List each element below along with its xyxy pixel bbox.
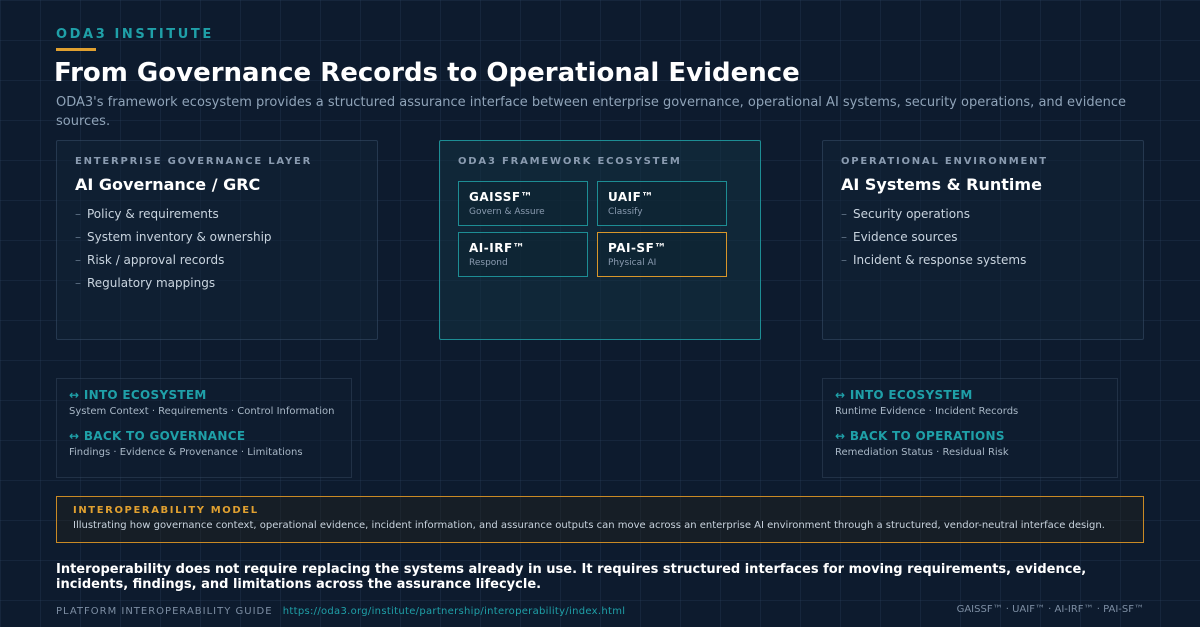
framework-role: Classify <box>608 207 643 217</box>
flow-into-heading: ↔ INTO ECOSYSTEM <box>69 388 207 402</box>
ecosystem-panel-label: ODA3 FRAMEWORK ECOSYSTEM <box>458 156 682 167</box>
framework-card-uaif: UAIF™ Classify <box>597 181 727 226</box>
governance-panel-label: ENTERPRISE GOVERNANCE LAYER <box>75 156 313 167</box>
closing-statement: Interoperability does not require replac… <box>56 562 1087 592</box>
dash-icon: – <box>75 230 81 244</box>
framework-role: Govern & Assure <box>469 207 545 217</box>
framework-grid: GAISSF™ Govern & Assure UAIF™ Classify A… <box>458 181 742 277</box>
governance-panel: ENTERPRISE GOVERNANCE LAYER AI Governanc… <box>56 140 378 340</box>
operational-panel-heading: AI Systems & Runtime <box>841 175 1042 194</box>
list-item: – Risk / approval records <box>75 253 225 267</box>
framework-name: GAISSF™ <box>469 190 534 204</box>
footer-link[interactable]: https://oda3.org/institute/partnership/i… <box>283 606 626 617</box>
framework-name: AI-IRF™ <box>469 241 526 255</box>
framework-name: UAIF™ <box>608 190 654 204</box>
operational-list: – Security operations – Evidence sources –… <box>841 203 1125 272</box>
list-item: – Security operations <box>841 207 970 221</box>
interoperability-model-box: INTEROPERABILITY MODEL Illustrating how … <box>56 496 1144 543</box>
dash-icon: – <box>841 207 847 221</box>
interoperability-text: Illustrating how governance context, ope… <box>73 520 1105 531</box>
framework-card-pai-sf: PAI-SF™ Physical AI <box>597 232 727 277</box>
list-item: – System inventory & ownership <box>75 230 272 244</box>
flow-into-text: Runtime Evidence · Incident Records <box>835 406 1019 417</box>
interoperability-label: INTEROPERABILITY MODEL <box>73 505 259 516</box>
flow-back-heading: ↔ BACK TO GOVERNANCE <box>69 429 246 443</box>
dash-icon: – <box>841 230 847 244</box>
eyebrow-label: ODA3 INSTITUTE <box>56 27 214 42</box>
governance-list: – Policy & requirements – System inventory… <box>75 203 359 295</box>
page-title: From Governance Records to Operational E… <box>54 58 800 88</box>
governance-panel-heading: AI Governance / GRC <box>75 175 261 194</box>
flow-into-heading: ↔ INTO ECOSYSTEM <box>835 388 973 402</box>
list-item: – Evidence sources <box>841 230 958 244</box>
dash-icon: – <box>75 207 81 221</box>
footer-trademarks: GAISSF™ · UAIF™ · AI-IRF™ · PAI-SF™ <box>956 604 1144 615</box>
footer-guide-label: PLATFORM INTEROPERABILITY GUIDE <box>56 606 273 617</box>
framework-card-gaissf: GAISSF™ Govern & Assure <box>458 181 588 226</box>
dash-icon: – <box>75 253 81 267</box>
operational-panel: OPERATIONAL ENVIRONMENT AI Systems & Run… <box>822 140 1144 340</box>
dash-icon: – <box>841 253 847 267</box>
dash-icon: – <box>75 276 81 290</box>
governance-flow-box: ↔ INTO ECOSYSTEM System Context · Requir… <box>56 378 352 478</box>
page-subtitle: ODA3's framework ecosystem provides a st… <box>56 95 1126 129</box>
operational-panel-label: OPERATIONAL ENVIRONMENT <box>841 156 1048 167</box>
framework-role: Respond <box>469 258 508 268</box>
list-item: – Policy & requirements <box>75 207 219 221</box>
list-item: – Incident & response systems <box>841 253 1027 267</box>
framework-card-ai-irf: AI-IRF™ Respond <box>458 232 588 277</box>
flow-into-text: System Context · Requirements · Control … <box>69 406 335 417</box>
flow-back-text: Findings · Evidence & Provenance · Limit… <box>69 447 303 458</box>
operations-flow-box: ↔ INTO ECOSYSTEM Runtime Evidence · Inci… <box>822 378 1118 478</box>
list-item: – Regulatory mappings <box>75 276 216 290</box>
footer-guide: PLATFORM INTEROPERABILITY GUIDE https://… <box>56 606 625 617</box>
framework-role: Physical AI <box>608 258 657 268</box>
accent-divider <box>56 48 96 51</box>
flow-back-text: Remediation Status · Residual Risk <box>835 447 1009 458</box>
flow-back-heading: ↔ BACK TO OPERATIONS <box>835 429 1005 443</box>
framework-ecosystem-panel: ODA3 FRAMEWORK ECOSYSTEM GAISSF™ Govern … <box>439 140 761 340</box>
framework-name: PAI-SF™ <box>608 241 667 255</box>
